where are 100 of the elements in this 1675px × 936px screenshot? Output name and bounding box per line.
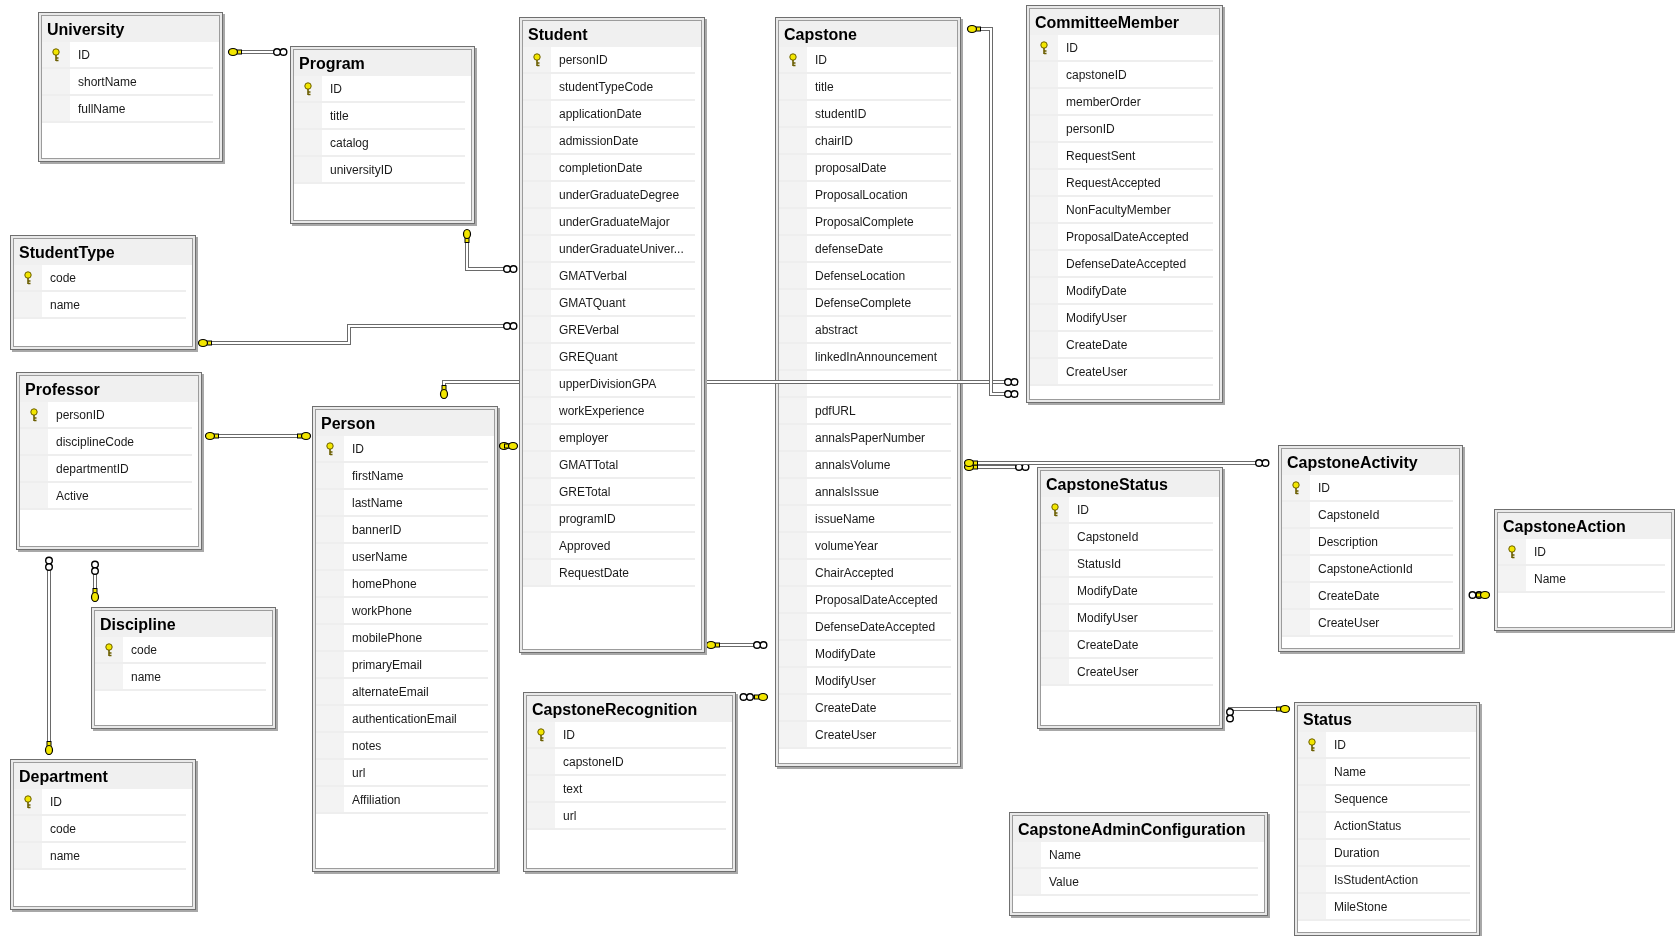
column-name[interactable]: catalog xyxy=(322,130,369,155)
column-name[interactable]: shortName xyxy=(70,69,137,94)
column-name[interactable]: Description xyxy=(1310,529,1379,554)
column-name[interactable]: code xyxy=(42,265,77,290)
row-selector[interactable] xyxy=(316,436,344,461)
column-name[interactable]: memberOrder xyxy=(1058,89,1141,114)
column-name[interactable]: userName xyxy=(344,544,408,569)
column-name[interactable]: MileStone xyxy=(1326,894,1388,919)
column-name[interactable]: capstoneID xyxy=(555,749,624,774)
column-name[interactable]: GREVerbal xyxy=(551,317,620,342)
column-name[interactable]: homePhone xyxy=(344,571,417,596)
column-name[interactable]: Name xyxy=(1526,566,1566,591)
column-name[interactable]: defenseDate xyxy=(807,236,884,261)
column-name[interactable]: ModifyDate xyxy=(1069,578,1138,603)
column-name[interactable]: Approved xyxy=(551,533,611,558)
column-name[interactable]: fullName xyxy=(70,96,126,121)
row-selector[interactable] xyxy=(294,76,322,101)
row-selector[interactable] xyxy=(779,47,807,72)
column-name[interactable]: pdfURL xyxy=(807,398,856,423)
column-name[interactable]: url xyxy=(555,803,577,828)
column-name[interactable]: capstoneID xyxy=(1058,62,1127,87)
column-name[interactable]: ID xyxy=(555,722,575,747)
column-name[interactable]: ID xyxy=(807,47,827,72)
row-selector[interactable] xyxy=(527,722,555,747)
row-selector[interactable] xyxy=(42,42,70,67)
column-name[interactable]: ID xyxy=(1058,35,1078,60)
row-selector[interactable] xyxy=(1041,497,1069,522)
column-name[interactable]: CapstoneId xyxy=(1310,502,1380,527)
column-name[interactable]: employer xyxy=(551,425,609,450)
column-name[interactable]: bannerID xyxy=(344,517,402,542)
column-name[interactable]: CreateDate xyxy=(1310,583,1380,608)
row-selector[interactable] xyxy=(523,47,551,72)
column-name[interactable]: ID xyxy=(344,436,364,461)
column-name[interactable]: name xyxy=(42,843,81,868)
column-name[interactable]: personID xyxy=(551,47,608,72)
column-name[interactable]: GRETotal xyxy=(551,479,611,504)
column-name[interactable]: ModifyUser xyxy=(1069,605,1138,630)
column-name[interactable]: personID xyxy=(1058,116,1115,141)
column-name[interactable]: CapstoneId xyxy=(1069,524,1139,549)
column-name[interactable]: title xyxy=(807,74,834,99)
column-name[interactable]: ModifyUser xyxy=(1058,305,1127,330)
row-selector[interactable] xyxy=(1282,475,1310,500)
column-name[interactable]: Affiliation xyxy=(344,787,401,812)
column-name[interactable]: lastName xyxy=(344,490,403,515)
column-name[interactable]: ModifyUser xyxy=(807,668,876,693)
column-name[interactable]: text xyxy=(555,776,583,801)
column-name[interactable]: Active xyxy=(48,483,89,508)
row-selector[interactable] xyxy=(14,265,42,290)
column-name[interactable]: ID xyxy=(322,76,342,101)
column-name[interactable]: ID xyxy=(1069,497,1089,522)
table-title: Capstone xyxy=(779,21,957,47)
column-name[interactable]: name xyxy=(42,292,81,317)
row-selector[interactable] xyxy=(20,402,48,427)
column-name[interactable]: Name xyxy=(1041,842,1081,867)
column-name[interactable]: ID xyxy=(70,42,90,67)
column-name[interactable]: annalsIssue xyxy=(807,479,880,504)
column-name[interactable]: name xyxy=(123,664,162,689)
row-selector[interactable] xyxy=(1498,539,1526,564)
row-selector[interactable] xyxy=(95,637,123,662)
column-name[interactable]: ID xyxy=(1526,539,1546,564)
column-name[interactable]: GMATTotal xyxy=(551,452,619,477)
column-name[interactable]: ID xyxy=(1326,732,1346,757)
column-name[interactable]: CreateUser xyxy=(1310,610,1380,635)
column-name[interactable]: studentID xyxy=(807,101,867,126)
column-name[interactable]: GREQuant xyxy=(551,344,618,369)
column-name[interactable]: ModifyDate xyxy=(807,641,876,666)
column-name[interactable]: abstract xyxy=(807,317,858,342)
column-name[interactable]: ID xyxy=(1310,475,1330,500)
column-name[interactable]: CreateDate xyxy=(1058,332,1128,357)
column-name[interactable]: Value xyxy=(1041,869,1079,894)
column-name[interactable]: volumeYear xyxy=(807,533,878,558)
column-name[interactable]: CreateDate xyxy=(1069,632,1139,657)
column-name[interactable]: code xyxy=(42,816,77,841)
column-name[interactable]: CreateUser xyxy=(1058,359,1128,384)
column-name[interactable]: universityID xyxy=(322,157,393,182)
column-name[interactable]: CreateUser xyxy=(1069,659,1139,684)
column-name[interactable]: title xyxy=(322,103,349,128)
column-name[interactable]: StatusId xyxy=(1069,551,1122,576)
column-name[interactable]: GMATQuant xyxy=(551,290,626,315)
column-name[interactable]: url xyxy=(344,760,366,785)
column-name[interactable]: Duration xyxy=(1326,840,1380,865)
column-name[interactable]: chairID xyxy=(807,128,853,153)
row-selector[interactable] xyxy=(1030,35,1058,60)
row-selector[interactable] xyxy=(14,789,42,814)
column-name[interactable]: Sequence xyxy=(1326,786,1389,811)
column-name[interactable]: workPhone xyxy=(344,598,413,623)
column-name[interactable]: firstName xyxy=(344,463,404,488)
column-name[interactable]: personID xyxy=(48,402,105,427)
column-name[interactable]: CreateDate xyxy=(807,695,877,720)
column-name[interactable]: notes xyxy=(344,733,382,758)
column-name[interactable]: Name xyxy=(1326,759,1366,784)
column-name[interactable]: CreateUser xyxy=(807,722,877,747)
row-selector[interactable] xyxy=(1298,732,1326,757)
column-name[interactable]: ID xyxy=(42,789,62,814)
column-name[interactable]: programID xyxy=(551,506,616,531)
column-name[interactable]: RequestSent xyxy=(1058,143,1136,168)
column-name[interactable]: issueName xyxy=(807,506,876,531)
column-name[interactable]: ModifyDate xyxy=(1058,278,1127,303)
column-name[interactable]: code xyxy=(123,637,158,662)
table-title: Person xyxy=(316,410,494,436)
